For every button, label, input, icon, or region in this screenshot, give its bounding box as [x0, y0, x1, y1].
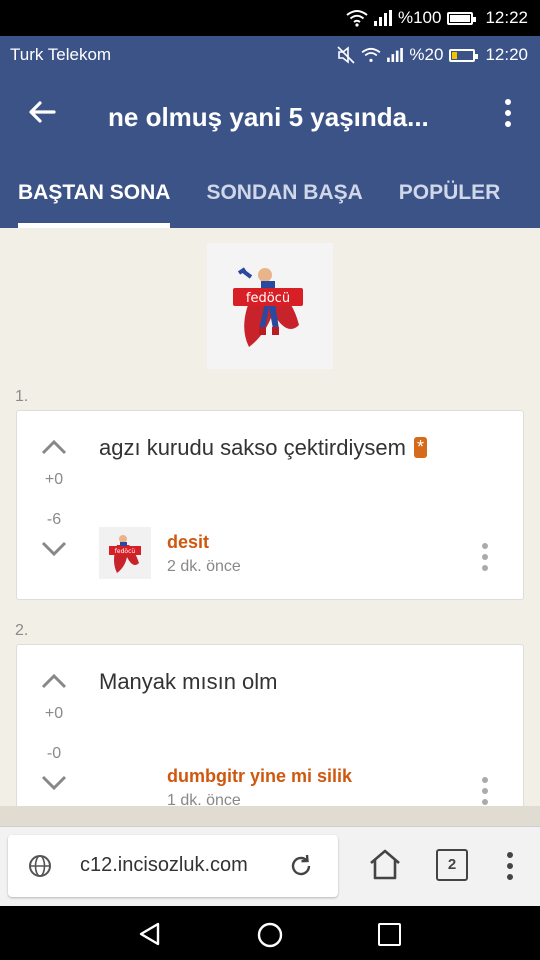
nav-back-icon[interactable] [138, 922, 162, 946]
upvote-count: +0 [44, 705, 64, 722]
carrier-name: Turk Telekom [10, 45, 112, 64]
avatar-badge-text: fedöcü [246, 291, 290, 306]
tab-sondan-basa[interactable]: SONDAN BAŞA [206, 172, 362, 228]
app-bar: ne olmuş yani 5 yaşında... BAŞTAN SONA S… [0, 72, 540, 228]
entry-text: Manyak mısın olm [99, 669, 278, 694]
tab-populer[interactable]: POPÜLER [399, 172, 501, 228]
entry-number: 2. [15, 622, 29, 639]
tab-bastan-sona[interactable]: BAŞTAN SONA [18, 172, 171, 228]
more-vert-icon[interactable] [502, 98, 514, 128]
nav-home-icon[interactable] [257, 922, 283, 948]
downvote-count: -0 [46, 745, 62, 762]
entry-list: fedöcü 1. +0 -6 agzı kurudu sakso çektir… [0, 228, 540, 806]
chevron-down-icon [41, 775, 67, 791]
url-field[interactable]: c12.incisozluk.com [8, 835, 338, 897]
entry-options-icon[interactable] [481, 542, 489, 572]
star-badge[interactable]: * [414, 437, 428, 458]
tab-bar: BAŞTAN SONA SONDAN BAŞA POPÜLER [0, 172, 540, 228]
upvote-count: +0 [44, 471, 64, 488]
signal-icon [373, 10, 392, 26]
page-title: ne olmuş yani 5 yaşında... [108, 102, 429, 132]
avatar-badge-text: fedöcü [115, 548, 136, 555]
home-icon[interactable] [368, 848, 402, 880]
entry-text-content: agzı kurudu sakso çektirdiysem [99, 435, 406, 460]
nav-recents-icon[interactable] [378, 923, 401, 946]
battery-percent: %100 [397, 8, 442, 27]
tab-switcher-button[interactable]: 2 [436, 849, 468, 881]
battery-icon [447, 11, 477, 25]
back-arrow-icon[interactable] [26, 96, 58, 128]
downvote-count: -6 [46, 511, 62, 528]
wifi-icon [346, 10, 368, 27]
chevron-up-icon [41, 673, 67, 689]
author-avatar[interactable]: fedöcü [99, 527, 151, 579]
topic-avatar: fedöcü [207, 243, 333, 369]
entry-time: 1 dk. önce [167, 792, 241, 806]
upvote-button[interactable] [39, 437, 69, 462]
entry-time: 2 dk. önce [167, 558, 241, 575]
author-name[interactable]: dumbgitr yine mi silik [167, 766, 352, 787]
entry-number: 1. [15, 388, 29, 405]
chevron-up-icon [41, 439, 67, 455]
system-status-bar: %100 12:22 [0, 0, 540, 36]
battery-percent: %20 [409, 45, 444, 64]
superhero-avatar-image: fedöcü [207, 243, 333, 369]
upvote-button[interactable] [39, 671, 69, 696]
entry-card: +0 -6 agzı kurudu sakso çektirdiysem * f… [16, 410, 524, 600]
signal-icon [387, 48, 404, 62]
entry-card: +0 -0 Manyak mısın olm dumbgitr yine mi … [16, 644, 524, 806]
chevron-down-icon [41, 541, 67, 557]
downvote-button[interactable] [39, 773, 69, 798]
browser-menu-icon[interactable] [506, 851, 514, 881]
entry-options-icon[interactable] [481, 776, 489, 806]
browser-toolbar: c12.incisozluk.com 2 [0, 826, 540, 906]
author-name[interactable]: desit [167, 532, 209, 553]
reload-icon[interactable] [288, 853, 314, 879]
clock: 12:20 [485, 45, 528, 64]
inner-status-bar: Turk Telekom %20 12:20 [0, 36, 540, 72]
url-text: c12.incisozluk.com [80, 854, 248, 876]
battery-icon [449, 48, 479, 62]
app-bottom-toolbar [0, 806, 540, 828]
system-nav-bar [0, 906, 540, 960]
downvote-button[interactable] [39, 539, 69, 564]
globe-icon [29, 855, 51, 877]
wifi-icon [361, 47, 381, 62]
clock: 12:22 [485, 8, 528, 27]
mute-icon [337, 46, 355, 64]
entry-text: agzı kurudu sakso çektirdiysem * [99, 435, 428, 461]
